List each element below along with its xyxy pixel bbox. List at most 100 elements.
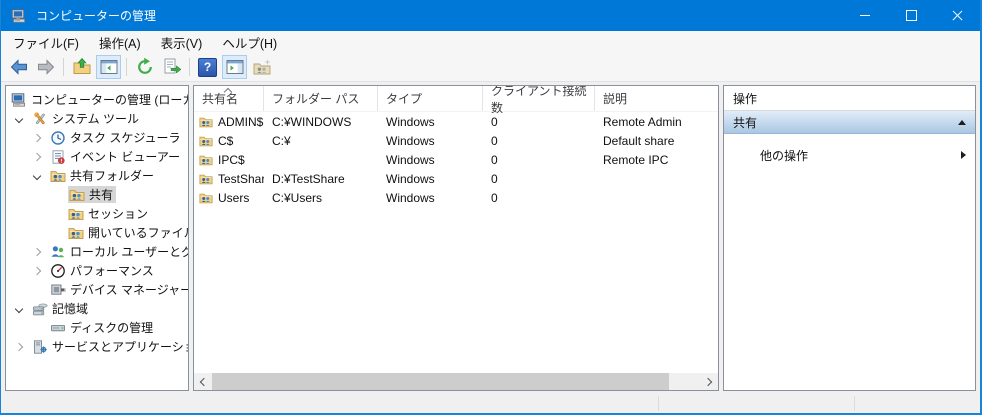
client-connections: 0 [483, 153, 595, 167]
show-console-tree-button[interactable] [96, 55, 121, 79]
tree-item-sessions[interactable]: セッション [6, 204, 188, 223]
table-row[interactable]: TestShare D:¥TestShare Windows 0 [194, 169, 718, 188]
column-header-type[interactable]: タイプ [378, 86, 483, 111]
chevron-collapsed-icon[interactable] [33, 133, 41, 141]
share-type: Windows [378, 134, 483, 148]
tree-item-system-tools[interactable]: システム ツール [6, 109, 188, 128]
share-name: TestShare [218, 172, 264, 186]
window-title: コンピューターの管理 [36, 7, 156, 24]
computer-management-window: コンピューターの管理 ファイル(F) 操作(A) 表示(V) ヘルプ(H) ? [0, 0, 982, 415]
close-button[interactable] [934, 0, 980, 31]
horizontal-scrollbar[interactable] [194, 373, 718, 390]
menu-help[interactable]: ヘルプ(H) [212, 31, 287, 53]
new-share-button[interactable] [249, 55, 274, 79]
back-button[interactable] [6, 55, 31, 79]
tree-item-event-viewer[interactable]: イベント ビューアー [6, 147, 188, 166]
actions-section-label: 共有 [733, 114, 757, 131]
tree-item-disk-management[interactable]: ディスクの管理 [6, 318, 188, 337]
list-header: 共有名 フォルダー パス タイプ クライアント接続数 説明 [194, 86, 718, 112]
chevron-collapsed-icon[interactable] [33, 266, 41, 274]
export-list-icon [162, 57, 182, 77]
chevron-expanded-icon[interactable] [15, 114, 23, 122]
tree-item-shares[interactable]: 共有 [6, 185, 188, 204]
toolbar-separator [189, 58, 190, 76]
folder-up-icon [72, 57, 92, 77]
status-divider [658, 396, 659, 411]
export-list-button[interactable] [159, 55, 184, 79]
toolbar: ? [1, 53, 980, 82]
more-actions-item[interactable]: 他の操作 [724, 134, 975, 166]
storage-icon [32, 301, 48, 317]
table-row[interactable]: Users C:¥Users Windows 0 [194, 188, 718, 207]
title-bar: コンピューターの管理 [1, 0, 980, 31]
tree-item-label: システム ツール [52, 110, 139, 127]
tree-item-shared-folders[interactable]: 共有フォルダー [6, 166, 188, 185]
column-header-description[interactable]: 説明 [595, 86, 718, 111]
window-controls [842, 0, 980, 31]
tree-item-label: 開いているファイル [88, 224, 189, 241]
users-icon [50, 244, 66, 260]
scroll-right-button[interactable] [701, 373, 718, 390]
tree-item-local-users-groups[interactable]: ローカル ユーザーとグループ [6, 242, 188, 261]
minimize-icon [860, 15, 870, 16]
share-type: Windows [378, 191, 483, 205]
tree-item-label: 共有フォルダー [70, 167, 154, 184]
device-manager-icon [50, 282, 66, 298]
tree-item-services-apps[interactable]: サービスとアプリケーション [6, 337, 188, 356]
chevron-collapsed-icon[interactable] [15, 342, 23, 350]
scrollbar-track[interactable] [211, 373, 701, 390]
refresh-button[interactable] [132, 55, 157, 79]
show-action-pane-button[interactable] [222, 55, 247, 79]
arrow-right-icon [36, 57, 56, 77]
shared-folder-icon [69, 187, 85, 203]
tree-item-open-files[interactable]: 開いているファイル [6, 223, 188, 242]
client-connections: 0 [483, 115, 595, 129]
tree-item-performance[interactable]: パフォーマンス [6, 261, 188, 280]
help-icon: ? [198, 58, 217, 77]
shared-folder-icon [199, 115, 213, 129]
menu-file[interactable]: ファイル(F) [3, 31, 89, 53]
share-name: IPC$ [218, 153, 245, 167]
table-row[interactable]: IPC$ Windows 0 Remote IPC [194, 150, 718, 169]
table-row[interactable]: C$ C:¥ Windows 0 Default share [194, 131, 718, 150]
tree-item-task-scheduler[interactable]: タスク スケジューラ [6, 128, 188, 147]
folder-path: C:¥WINDOWS [264, 115, 378, 129]
tree-item-computer-management-root[interactable]: コンピューターの管理 (ローカル) [6, 90, 188, 109]
chevron-expanded-icon[interactable] [15, 304, 23, 312]
share-type: Windows [378, 172, 483, 186]
share-type: Windows [378, 115, 483, 129]
minimize-button[interactable] [842, 0, 888, 31]
maximize-button[interactable] [888, 0, 934, 31]
scroll-left-button[interactable] [194, 373, 211, 390]
chevron-collapsed-icon[interactable] [33, 247, 41, 255]
folder-path: D:¥TestShare [264, 172, 378, 186]
column-header-folder-path[interactable]: フォルダー パス [264, 86, 378, 111]
share-name: C$ [218, 134, 233, 148]
actions-pane-title: 操作 [724, 86, 975, 111]
share-name: ADMIN$ [218, 115, 263, 129]
forward-button[interactable] [33, 55, 58, 79]
collapse-icon[interactable] [958, 120, 966, 125]
maximize-icon [906, 10, 917, 21]
client-connections: 0 [483, 191, 595, 205]
new-share-icon [252, 57, 272, 77]
menu-action[interactable]: 操作(A) [89, 31, 151, 53]
tree-item-device-manager[interactable]: デバイス マネージャー [6, 280, 188, 299]
folder-path: C:¥Users [264, 191, 378, 205]
tree-item-storage[interactable]: 記憶域 [6, 299, 188, 318]
chevron-collapsed-icon[interactable] [33, 152, 41, 160]
chevron-expanded-icon[interactable] [33, 171, 41, 179]
disk-management-icon [50, 320, 66, 336]
shared-folder-icon [50, 168, 66, 184]
toolbar-separator [126, 58, 127, 76]
table-row[interactable]: ADMIN$ C:¥WINDOWS Windows 0 Remote Admin [194, 112, 718, 131]
scrollbar-thumb[interactable] [212, 373, 669, 390]
help-button[interactable]: ? [195, 55, 220, 79]
menu-view[interactable]: 表示(V) [151, 31, 213, 53]
tree-item-label: イベント ビューアー [70, 148, 180, 165]
tree-item-label: セッション [88, 205, 148, 222]
actions-section-shares[interactable]: 共有 [724, 111, 975, 134]
up-level-button[interactable] [69, 55, 94, 79]
tree-item-label: 共有 [89, 186, 113, 203]
column-header-client-connections[interactable]: クライアント接続数 [483, 86, 595, 111]
